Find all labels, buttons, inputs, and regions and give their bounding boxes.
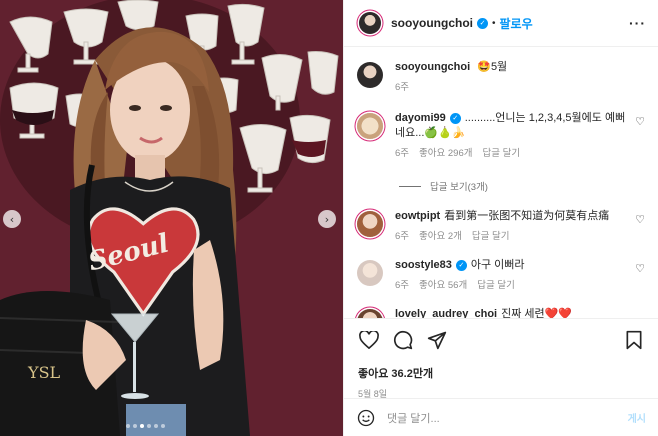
post-actions: 좋아요 36.2만개 5월 8일	[344, 318, 658, 400]
caption-time: 6주	[395, 82, 410, 93]
comment-text: 진짜 세련❤️❤️	[501, 308, 573, 318]
comment-text: 아구 이뻐라	[470, 259, 525, 271]
chevron-left-icon: ‹	[9, 212, 15, 226]
comment-bubble-icon[interactable]	[392, 329, 414, 351]
comment-avatar[interactable]	[357, 309, 383, 318]
follow-button[interactable]: 팔로우	[500, 15, 533, 32]
comments-list[interactable]: sooyoungchoi 🤩5월 6주 dayomi99 ✓ ..........언…	[344, 48, 658, 318]
author-username[interactable]: sooyoungchoi	[391, 16, 473, 30]
carousel-dot	[154, 424, 158, 428]
author-avatar[interactable]	[359, 12, 381, 34]
like-comment-heart-icon[interactable]: ♡	[635, 115, 645, 128]
comment-item: dayomi99 ✓ ..........언니는 1,2,3,4,5월에도 예뻐네요…	[357, 111, 645, 161]
carousel-indicator	[126, 424, 165, 428]
like-comment-heart-icon[interactable]: ♡	[635, 262, 645, 275]
carousel-dot	[133, 424, 137, 428]
comment-avatar[interactable]	[357, 260, 383, 286]
verified-badge-icon: ✓	[477, 17, 488, 29]
svg-text:YSL: YSL	[27, 363, 61, 382]
like-heart-icon[interactable]	[358, 329, 380, 351]
comment-item: eowtpipt 看到第一张图不知道为何莫有点痛 6주 좋아요 2개 답글 달기 …	[357, 209, 645, 244]
comment-username[interactable]: lovely_audrey_choi	[395, 308, 497, 318]
next-photo-button[interactable]: ›	[318, 210, 336, 228]
comment-item: soostyle83 ✓ 아구 이뻐라 6주 좋아요 56개 답글 달기 ♡	[357, 258, 645, 293]
comment-likes[interactable]: 좋아요 56개	[419, 278, 467, 293]
reply-button[interactable]: 답글 달기	[472, 229, 510, 244]
comment-text: 看到第一张图不知道为何莫有点痛	[444, 210, 610, 222]
verified-badge-icon: ✓	[455, 259, 467, 271]
photo-illustration: YSL	[0, 0, 343, 436]
carousel-dot	[161, 424, 165, 428]
post-caption: sooyoungchoi 🤩5월 6주	[357, 60, 645, 95]
chevron-right-icon: ›	[324, 212, 330, 226]
comment-username[interactable]: eowtpipt	[395, 210, 440, 222]
verified-badge-icon: ✓	[449, 112, 461, 124]
post-side-panel: sooyoungchoi ✓ • 팔로우 ··· sooyoungchoi 🤩5…	[343, 0, 658, 436]
caption-username[interactable]: sooyoungchoi	[395, 61, 470, 73]
comment-likes[interactable]: 좋아요 2개	[419, 229, 462, 244]
comment-avatar[interactable]	[357, 113, 383, 139]
likes-count[interactable]: 좋아요 36.2만개	[358, 365, 645, 381]
view-replies-label: 답글 보기(3개)	[430, 182, 488, 193]
header-separator: •	[492, 17, 496, 29]
comment-username[interactable]: dayomi99	[395, 112, 446, 124]
comment-likes[interactable]: 좋아요 296개	[419, 146, 472, 161]
caption-avatar[interactable]	[357, 62, 383, 88]
carousel-dot	[126, 424, 130, 428]
share-send-icon[interactable]	[426, 329, 448, 351]
reply-divider-line	[399, 185, 421, 187]
view-replies-button[interactable]: 답글 보기(3개)	[399, 179, 645, 193]
emoji-picker-icon[interactable]	[357, 409, 375, 427]
post-comment-button[interactable]: 게시	[628, 410, 646, 425]
comment-avatar[interactable]	[357, 211, 383, 237]
more-options-icon[interactable]: ···	[629, 15, 646, 31]
add-comment-bar: 댓글 달기... 게시	[344, 398, 658, 436]
carousel-dot	[147, 424, 151, 428]
caption-text: 5월	[490, 61, 508, 73]
comment-time: 6주	[395, 280, 410, 291]
caption-emoji: 🤩	[477, 61, 491, 73]
reply-button[interactable]: 답글 달기	[477, 278, 515, 293]
comment-time: 6주	[395, 231, 410, 242]
post-header: sooyoungchoi ✓ • 팔로우 ···	[344, 0, 658, 47]
post-photo[interactable]: YSL Seoul ‹ ›	[0, 0, 343, 436]
comment-username[interactable]: soostyle83	[395, 259, 452, 271]
reply-button[interactable]: 답글 달기	[482, 146, 520, 161]
comment-item: lovely_audrey_choi 진짜 세련❤️❤️	[357, 307, 645, 318]
carousel-dot	[140, 424, 144, 428]
previous-photo-button[interactable]: ‹	[3, 210, 21, 228]
comment-time: 6주	[395, 148, 410, 159]
comment-input[interactable]: 댓글 달기...	[387, 410, 440, 426]
bookmark-icon[interactable]	[623, 329, 645, 351]
like-comment-heart-icon[interactable]: ♡	[635, 213, 645, 226]
